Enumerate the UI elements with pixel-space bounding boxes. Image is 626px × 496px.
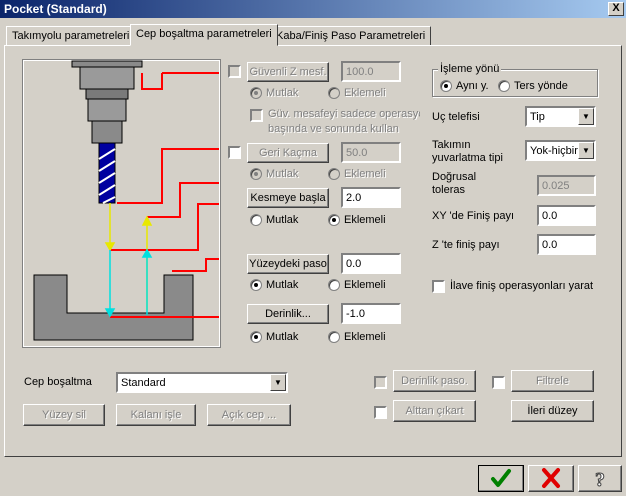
kesmeye-basla-mutlak-label: Mutlak xyxy=(266,214,299,226)
guvenli-mesafe-checkbox[interactable] xyxy=(250,109,263,122)
dogrusal-toleras-input[interactable]: 0.025 xyxy=(537,175,596,196)
derinlik-paso-button[interactable]: Derinlik paso. xyxy=(393,370,476,392)
chevron-down-icon[interactable]: ▼ xyxy=(578,108,594,125)
ilave-finis-checkbox[interactable] xyxy=(432,280,445,293)
isleme-yonu-ayni-radio[interactable] xyxy=(440,80,452,92)
help-button[interactable]: ? xyxy=(578,465,622,492)
yuzeydeki-paso-input[interactable]: 0.0 xyxy=(341,253,401,274)
yuzey-sil-button[interactable]: Yüzey sil xyxy=(23,404,105,426)
guvenli-z-eklemeli-radio[interactable] xyxy=(328,87,340,99)
xy-finis-input[interactable]: 0.0 xyxy=(537,205,596,226)
title-bar: Pocket (Standard) xyxy=(0,0,626,18)
kesmeye-basla-eklemeli-radio[interactable] xyxy=(328,214,340,226)
guvenli-z-input[interactable]: 100.0 xyxy=(341,61,401,82)
dogrusal-toleras-label-1: Doğrusal xyxy=(432,171,477,183)
ilave-finis-label: İlave finiş operasyonları yarat xyxy=(450,280,594,292)
acik-cep-button[interactable]: Açık cep ... xyxy=(207,404,291,426)
geri-kacma-checkbox[interactable] xyxy=(228,146,241,159)
cancel-button[interactable] xyxy=(528,465,574,492)
takimin-yuvarlatma-value: Yok-hiçbiri xyxy=(530,145,580,157)
geri-kacma-mutlak-radio[interactable] xyxy=(250,168,262,180)
window-title: Pocket (Standard) xyxy=(4,2,107,16)
tab-cep-bosaltma[interactable]: Cep boşaltma parametreleri xyxy=(130,24,278,46)
derinlik-eklemeli-label: Eklemeli xyxy=(344,331,386,343)
tab-takimyolu[interactable]: Takımyolu parametreleri xyxy=(6,26,136,46)
cep-bosaltma-select[interactable]: Standard ▼ xyxy=(116,372,288,393)
checkmark-icon xyxy=(491,469,511,487)
filtrele-checkbox[interactable] xyxy=(492,376,505,389)
alttan-cikart-checkbox[interactable] xyxy=(374,406,387,419)
derinlik-mutlak-label: Mutlak xyxy=(266,331,299,343)
guvenli-z-mutlak-radio[interactable] xyxy=(250,87,262,99)
yuzeydeki-paso-mutlak-label: Mutlak xyxy=(266,279,299,291)
geri-kacma-button[interactable]: Geri Kaçma xyxy=(247,143,329,163)
kesmeye-basla-button[interactable]: Kesmeye başla xyxy=(247,188,329,208)
red-x-icon xyxy=(542,468,560,488)
cep-bosaltma-label: Cep boşaltma xyxy=(24,376,92,388)
filtrele-button[interactable]: Filtrele xyxy=(511,370,594,392)
guvenli-z-eklemeli-label: Eklemeli xyxy=(344,87,386,99)
ok-button[interactable] xyxy=(478,465,524,492)
guvenli-z-button[interactable]: Güvenli Z mesf. xyxy=(247,62,329,82)
tab-label: Takımyolu parametreleri xyxy=(12,30,130,42)
guvenli-z-mutlak-label: Mutlak xyxy=(266,87,299,99)
guvenli-mesafe-note-2: başında ve sonunda kullan xyxy=(268,123,399,135)
z-finis-label: Z 'te finiş payı xyxy=(432,239,500,251)
close-button[interactable]: X xyxy=(608,2,624,16)
isleme-yonu-ayni-label: Aynı y. xyxy=(456,80,489,92)
geri-kacma-mutlak-label: Mutlak xyxy=(266,168,299,180)
alttan-cikart-button[interactable]: Alttan çıkart xyxy=(393,400,476,422)
yuzeydeki-paso-eklemeli-label: Eklemeli xyxy=(344,279,386,291)
ileri-duzey-button[interactable]: İleri düzey xyxy=(511,400,594,422)
derinlik-input[interactable]: -1.0 xyxy=(341,303,401,324)
takimin-yuvarlatma-select[interactable]: Yok-hiçbiri ▼ xyxy=(525,140,596,161)
tab-label: Kaba/Finiş Paso Parametreleri xyxy=(276,30,426,42)
geri-kacma-eklemeli-radio[interactable] xyxy=(328,168,340,180)
question-mark-icon: ? xyxy=(595,469,606,492)
derinlik-mutlak-radio[interactable] xyxy=(250,331,262,343)
uc-telefisi-value: Tip xyxy=(530,111,545,123)
derinlik-paso-checkbox[interactable] xyxy=(374,376,387,389)
isleme-yonu-ters-label: Ters yönde xyxy=(514,80,568,92)
kesmeye-basla-input[interactable]: 2.0 xyxy=(341,187,401,208)
tab-label: Cep boşaltma parametreleri xyxy=(136,28,272,40)
chevron-down-icon[interactable]: ▼ xyxy=(270,374,286,391)
kesmeye-basla-eklemeli-label: Eklemeli xyxy=(344,214,386,226)
chevron-down-icon[interactable]: ▼ xyxy=(578,142,594,159)
dogrusal-toleras-label-2: toleras xyxy=(432,184,466,196)
uc-telefisi-label: Uç telefisi xyxy=(432,111,480,123)
z-finis-input[interactable]: 0.0 xyxy=(537,234,596,255)
takimin-yuvarlatma-label-2: yuvarlatma tipi xyxy=(432,152,503,164)
derinlik-eklemeli-radio[interactable] xyxy=(328,331,340,343)
guvenli-mesafe-note-1: Güv. mesafeyi sadece operasyc xyxy=(268,108,420,120)
takimin-yuvarlatma-label-1: Takımın xyxy=(432,139,471,151)
pocket-diagram xyxy=(22,59,221,348)
xy-finis-label: XY 'de Finiş payı xyxy=(432,210,514,222)
yuzeydeki-paso-eklemeli-radio[interactable] xyxy=(328,279,340,291)
yuzeydeki-paso-mutlak-radio[interactable] xyxy=(250,279,262,291)
kesmeye-basla-mutlak-radio[interactable] xyxy=(250,214,262,226)
uc-telefisi-select[interactable]: Tip ▼ xyxy=(525,106,596,127)
svg-text:?: ? xyxy=(595,469,605,491)
geri-kacma-eklemeli-label: Eklemeli xyxy=(344,168,386,180)
kalani-isle-button[interactable]: Kalanı işle xyxy=(116,404,196,426)
geri-kacma-input[interactable]: 50.0 xyxy=(341,142,401,163)
cep-bosaltma-value: Standard xyxy=(121,377,166,389)
yuzeydeki-paso-button[interactable]: Yüzeydeki paso xyxy=(247,254,329,274)
isleme-yonu-ters-radio[interactable] xyxy=(498,80,510,92)
isleme-yonu-title: İşleme yönü xyxy=(438,63,502,75)
derinlik-button[interactable]: Derinlik... xyxy=(247,304,329,324)
tab-kaba-finis[interactable]: Kaba/Finiş Paso Parametreleri xyxy=(270,26,432,46)
guvenli-z-checkbox[interactable] xyxy=(228,65,241,78)
